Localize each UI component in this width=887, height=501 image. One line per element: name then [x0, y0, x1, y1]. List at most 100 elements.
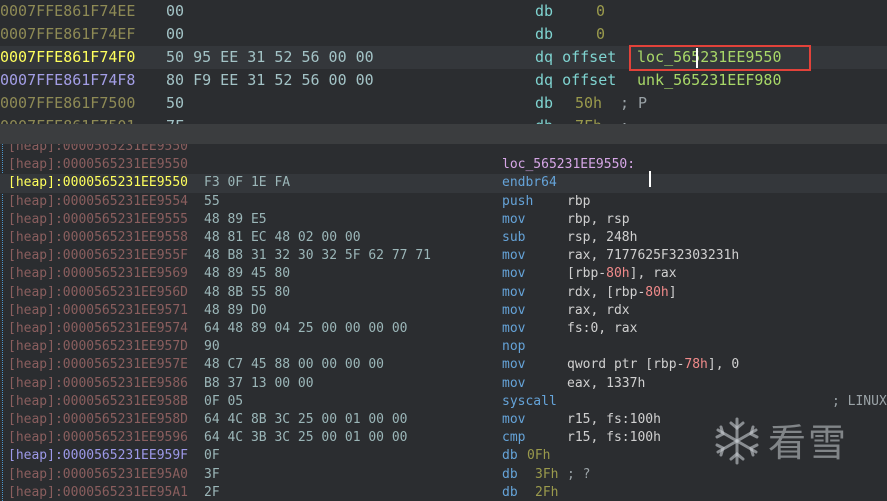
- row-operand: 2Fh: [535, 484, 559, 500]
- row-mnemonic: mov: [502, 302, 526, 318]
- row-mnemonic: db: [502, 484, 518, 500]
- row-address[interactable]: [heap]:0000565231EE9550: [8, 156, 188, 174]
- top-row[interactable]: 0007FFE861F74EF 00 db 0: [0, 23, 887, 46]
- listing-row[interactable]: [heap]:0000565231EE95A1 2F db 2Fh: [0, 484, 887, 501]
- top-row[interactable]: 0007FFE861F7501 7F db 7Fh;: [0, 115, 887, 124]
- row-address[interactable]: 0007FFE861F74EE: [0, 0, 135, 23]
- row-operand[interactable]: 0: [596, 0, 605, 23]
- operand-part: ]: [668, 284, 677, 300]
- row-bytes: 80 F9 EE 31 52 56 00 00: [166, 71, 374, 89]
- row-operands: rbp: [567, 193, 591, 209]
- listing-row[interactable]: [heap]:0000565231EE9554 55 push rbp: [0, 193, 887, 211]
- operand-part: ], 0: [707, 357, 740, 373]
- row-address[interactable]: [heap]:0000565231EE958B: [8, 393, 188, 411]
- row-operand[interactable]: 50h: [575, 92, 602, 115]
- row-bytes: 48 81 EC 48 02 00 00: [204, 230, 361, 245]
- listing-row[interactable]: [heap]:0000565231EE955F 48 B8 31 32 30 32…: [0, 247, 887, 265]
- listing-row[interactable]: [heap]:0000565231EE9569 48 89 45 80 mov [rb…: [0, 265, 887, 283]
- row-address[interactable]: 0007FFE861F7500: [0, 92, 135, 115]
- row-operands: fs:0, rax: [567, 321, 638, 336]
- row-mnemonic: mov: [502, 321, 526, 336]
- listing-row[interactable]: [heap]:0000565231EE958D 64 4C 8B 3C 25 00…: [0, 411, 887, 429]
- row-address[interactable]: [heap]:0000565231EE9571: [8, 302, 188, 320]
- row-mnemonic: dq offset: [535, 48, 617, 66]
- row-mnemonic: mov: [502, 375, 526, 391]
- row-address[interactable]: [heap]:0000565231EE959F: [8, 447, 188, 465]
- row-bytes: 64 4C 3B 3C 25 00 01 00 00: [204, 430, 408, 446]
- stack-offset: 80h: [645, 284, 669, 300]
- row-address[interactable]: [heap]:0000565231EE957D: [8, 338, 188, 356]
- operand-part: qword ptr [rbp-: [567, 357, 685, 373]
- row-mnemonic: syscall: [502, 393, 557, 409]
- listing-row[interactable]: [heap]:0000565231EE9574 64 48 89 04 25 00…: [0, 320, 887, 338]
- top-row[interactable]: 0007FFE861F74EE 00 db 0: [0, 0, 887, 23]
- disassembly-bottom-pane[interactable]: [heap]:0000565231EE9550 [heap]:0000565231…: [0, 144, 887, 501]
- row-address[interactable]: 0007FFE861F74F8: [0, 69, 135, 92]
- row-address[interactable]: [heap]:0000565231EE955F: [8, 247, 188, 265]
- row-bytes: 64 48 89 04 25 00 00 00 00: [204, 321, 408, 336]
- row-operands: [rbp-80h], rax: [567, 265, 677, 283]
- row-operand[interactable]: 0: [596, 23, 605, 46]
- code-label[interactable]: loc_565231EE9550:: [502, 156, 635, 174]
- row-comment: ; P: [620, 94, 648, 112]
- row-address[interactable]: [heap]:0000565231EE9596: [8, 429, 188, 447]
- row-bytes: 7F: [166, 115, 184, 124]
- row-address[interactable]: 0007FFE861F74EF: [0, 23, 135, 46]
- stack-offset: 78h: [684, 357, 708, 373]
- row-bytes: F3 0F 1E FA: [204, 175, 291, 191]
- listing-row[interactable]: [heap]:0000565231EE9550: [0, 144, 887, 156]
- row-address[interactable]: [heap]:0000565231EE956D: [8, 284, 188, 302]
- listing-row[interactable]: [heap]:0000565231EE956D 48 8B 55 80 mov rdx…: [0, 284, 887, 302]
- row-operands: rbp, rsp: [567, 211, 630, 227]
- pane-divider[interactable]: [0, 124, 887, 144]
- row-operands: r15, fs:100h: [567, 412, 661, 427]
- top-row[interactable]: 0007FFE861F74F0 50 95 EE 31 52 56 00 00 dq…: [0, 46, 887, 69]
- listing-row[interactable]: [heap]:0000565231EE9596 64 4C 3B 3C 25 00…: [0, 429, 887, 447]
- row-address[interactable]: [heap]:0000565231EE9558: [8, 229, 188, 247]
- text-cursor: [649, 171, 651, 187]
- row-operands: eax, 1337h: [567, 375, 646, 391]
- listing-row[interactable]: [heap]:0000565231EE9571 48 89 D0 mov rax, r…: [0, 302, 887, 320]
- row-operand[interactable]: unk_565231EEF980: [637, 69, 782, 92]
- row-address[interactable]: [heap]:0000565231EE9586: [8, 375, 188, 393]
- row-address[interactable]: [heap]:0000565231EE9554: [8, 193, 188, 211]
- top-row[interactable]: 0007FFE861F74F8 80 F9 EE 31 52 56 00 00 dq…: [0, 69, 887, 92]
- row-address[interactable]: 0007FFE861F74F0: [0, 46, 135, 69]
- row-operand[interactable]: 7Fh: [575, 115, 602, 124]
- row-address[interactable]: [heap]:0000565231EE9569: [8, 265, 188, 283]
- row-address[interactable]: [heap]:0000565231EE95A0: [8, 466, 188, 484]
- row-address[interactable]: [heap]:0000565231EE958D: [8, 411, 188, 429]
- row-address[interactable]: [heap]:0000565231EE9574: [8, 320, 188, 338]
- row-address[interactable]: 0007FFE861F7501: [0, 115, 135, 124]
- row-bytes: 48 B8 31 32 30 32 5F 62 77 71: [204, 248, 431, 264]
- listing-row[interactable]: [heap]:0000565231EE9586 B8 37 13 00 00 mov…: [0, 375, 887, 393]
- row-address[interactable]: [heap]:0000565231EE95A1: [8, 484, 188, 501]
- listing-row[interactable]: [heap]:0000565231EE9550 F3 0F 1E FA endbr6…: [0, 174, 887, 193]
- row-address[interactable]: [heap]:0000565231EE9555: [8, 211, 188, 229]
- row-bytes: 48 8B 55 80: [204, 284, 291, 300]
- stack-offset: 80h: [606, 266, 630, 282]
- row-bytes: 64 4C 8B 3C 25 00 01 00 00: [204, 412, 408, 427]
- row-mnemonic: mov: [502, 266, 526, 282]
- listing-row[interactable]: [heap]:0000565231EE9555 48 89 E5 mov rbp, r…: [0, 211, 887, 229]
- row-mnemonic: mov: [502, 357, 526, 373]
- row-address[interactable]: [heap]:0000565231EE9550: [8, 174, 188, 192]
- row-bytes: 48 89 E5: [204, 211, 267, 227]
- row-address[interactable]: [heap]:0000565231EE957E: [8, 356, 188, 374]
- top-row[interactable]: 0007FFE861F7500 50 db 50h ; P: [0, 92, 887, 115]
- row-bytes: 48 89 D0: [204, 302, 267, 318]
- listing-row[interactable]: [heap]:0000565231EE959F 0F db 0Fh: [0, 447, 887, 465]
- listing-row[interactable]: [heap]:0000565231EE957E 48 C7 45 88 00 00…: [0, 356, 887, 374]
- disassembly-top-pane[interactable]: 0007FFE861F74EE 00 db 0 0007FFE861F74EF 00 db 0…: [0, 0, 887, 124]
- listing-row[interactable]: [heap]:0000565231EE958B 0F 05 syscall ; LIN…: [0, 393, 887, 411]
- row-comment: ;: [620, 115, 629, 124]
- row-operands: qword ptr [rbp-78h], 0: [567, 356, 739, 374]
- listing-row[interactable]: [heap]:0000565231EE95A0 3F db 3Fh ; ?: [0, 466, 887, 484]
- row-mnemonic: dq offset: [535, 71, 617, 89]
- listing-row[interactable]: [heap]:0000565231EE957D 90 nop: [0, 338, 887, 356]
- operand-part: [rbp-: [567, 266, 607, 282]
- listing-row[interactable]: [heap]:0000565231EE9558 48 81 EC 48 02 00…: [0, 229, 887, 247]
- row-address[interactable]: [heap]:0000565231EE9550: [8, 144, 188, 156]
- row-operand[interactable]: loc_565231EE9550: [637, 46, 782, 69]
- listing-row[interactable]: [heap]:0000565231EE9550 loc_565231EE9550:: [0, 156, 887, 174]
